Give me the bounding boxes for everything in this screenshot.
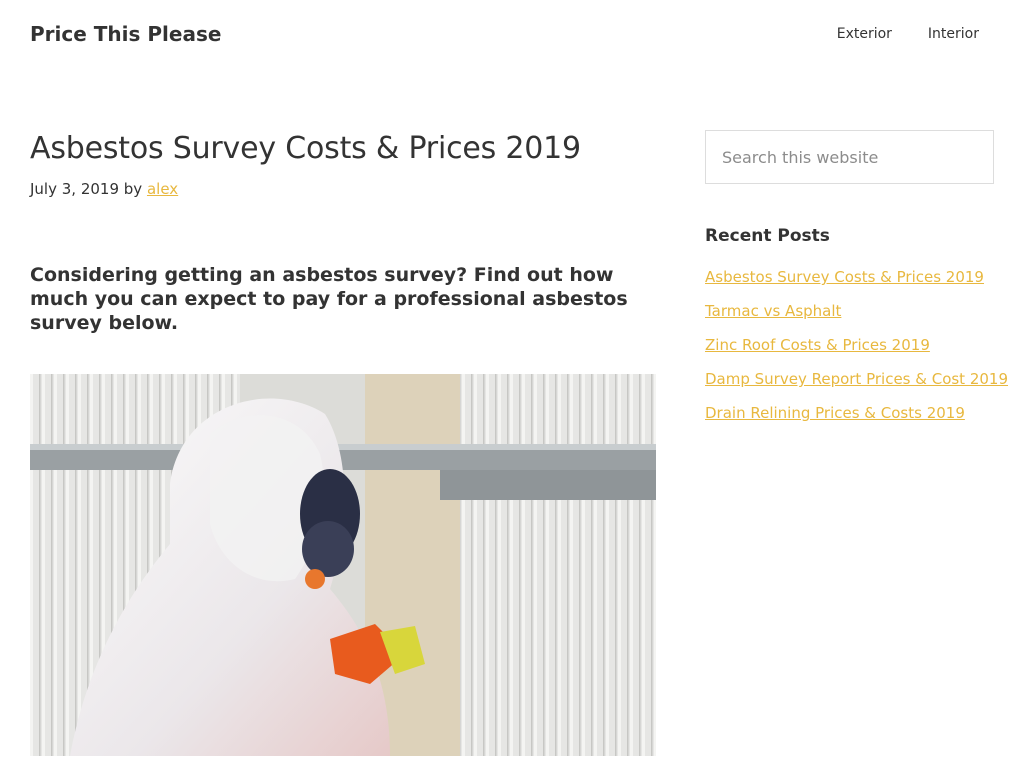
list-item: Tarmac vs Asphalt [705,301,1008,335]
post-by-label: by [123,180,143,198]
list-item: Damp Survey Report Prices & Cost 2019 [705,369,1008,403]
list-item: Drain Relining Prices & Costs 2019 [705,403,1008,437]
recent-post-link[interactable]: Damp Survey Report Prices & Cost 2019 [705,370,1008,388]
main-content: Asbestos Survey Costs & Prices 2019 July… [0,71,1024,768]
site-title[interactable]: Price This Please [30,22,221,46]
post-date: July 3, 2019 [30,180,119,198]
search-input[interactable] [705,130,994,184]
post-author-link[interactable]: alex [147,180,178,198]
post-meta: July 3, 2019 by alex [30,180,178,198]
list-item: Asbestos Survey Costs & Prices 2019 [705,267,1008,301]
list-item: Zinc Roof Costs & Prices 2019 [705,335,1008,369]
recent-posts-list: Asbestos Survey Costs & Prices 2019 Tarm… [705,267,1008,437]
recent-post-link[interactable]: Zinc Roof Costs & Prices 2019 [705,336,930,354]
post-lead: Considering getting an asbestos survey? … [30,264,628,334]
nav-item-interior[interactable]: Interior [928,26,979,42]
recent-post-link[interactable]: Tarmac vs Asphalt [705,302,841,320]
featured-image [30,374,656,756]
recent-post-link[interactable]: Asbestos Survey Costs & Prices 2019 [705,268,984,286]
primary-nav: Exterior Interior [837,26,979,42]
site-header: Price This Please Exterior Interior [0,0,1024,71]
post-title: Asbestos Survey Costs & Prices 2019 [30,131,581,166]
nav-item-exterior[interactable]: Exterior [837,26,892,42]
recent-post-link[interactable]: Drain Relining Prices & Costs 2019 [705,404,965,422]
recent-posts-title: Recent Posts [705,226,830,246]
